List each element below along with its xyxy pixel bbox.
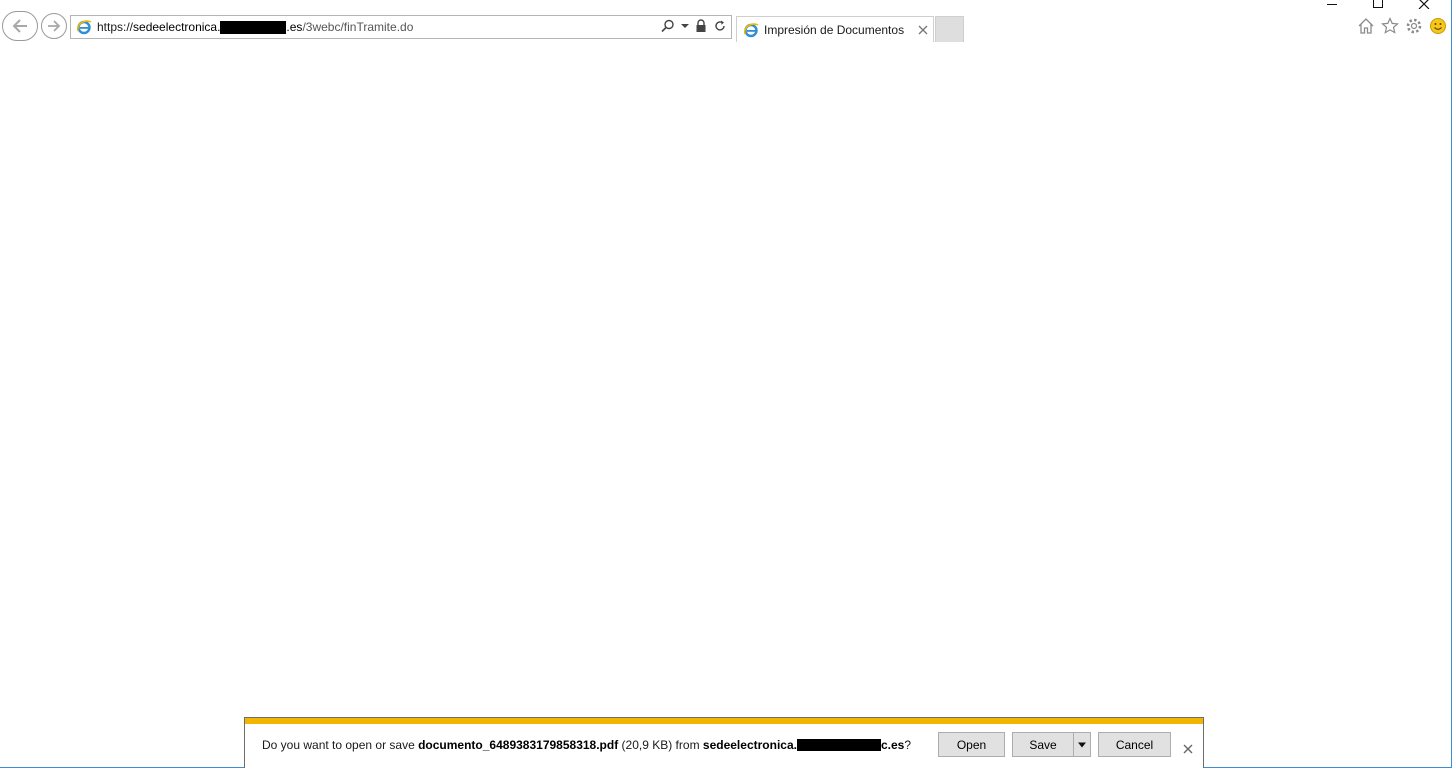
back-arrow-icon [12, 19, 27, 33]
tab-impresion-documentos[interactable]: Impresión de Documentos [736, 16, 934, 42]
redaction-bar [220, 20, 287, 34]
minimize-button[interactable] [1309, 0, 1355, 10]
url-text: https://sedeelectronica. .es/3webc/finTra… [97, 20, 413, 34]
prompt-suffix: ? [904, 738, 912, 752]
new-tab-button[interactable] [935, 16, 964, 42]
save-options-button[interactable] [1073, 732, 1091, 757]
search-icon[interactable] [661, 19, 675, 33]
back-button[interactable] [2, 11, 38, 41]
download-notification-bar: Do you want to open or save documento_64… [244, 717, 1204, 768]
search-dropdown-icon[interactable] [681, 19, 689, 33]
close-icon [1418, 0, 1430, 9]
url-path: /3webc/finTramite.do [302, 20, 414, 34]
download-file-name: documento_6489383179858318.pdf [418, 738, 619, 752]
url-scheme: https:// [97, 20, 134, 34]
star-icon[interactable] [1381, 17, 1399, 35]
lock-icon[interactable] [695, 19, 707, 33]
forward-arrow-icon [48, 20, 61, 32]
close-window-button[interactable] [1401, 0, 1447, 10]
open-button[interactable]: Open [938, 732, 1005, 757]
download-file-size: (20,9 KB) from [618, 738, 703, 752]
tab-title: Impresión de Documentos [764, 22, 905, 37]
save-button[interactable]: Save [1012, 732, 1074, 757]
notification-close-button[interactable] [1183, 741, 1193, 754]
close-icon [1183, 744, 1193, 754]
download-prompt-message: Do you want to open or save documento_64… [262, 738, 911, 752]
url-host-suffix: .es [286, 20, 303, 34]
url-host-prefix: sedeelectronica. [133, 20, 221, 34]
maximize-button[interactable] [1355, 0, 1401, 10]
chevron-down-icon [1078, 742, 1086, 747]
gear-icon[interactable] [1405, 17, 1423, 35]
page-content [0, 43, 1450, 717]
close-icon [918, 25, 928, 35]
tab-favicon-icon [743, 22, 759, 38]
browser-window: https://sedeelectronica. .es/3webc/finTra… [0, 0, 1452, 768]
cancel-button[interactable]: Cancel [1098, 732, 1171, 757]
ie-logo-icon [76, 19, 92, 35]
smiley-icon[interactable] [1429, 17, 1447, 35]
address-tools [661, 19, 727, 33]
prompt-prefix: Do you want to open or save [262, 738, 419, 752]
download-source-suffix: c.es [880, 738, 905, 752]
tab-close-button[interactable] [917, 23, 929, 35]
address-bar[interactable]: https://sedeelectronica. .es/3webc/finTra… [70, 15, 732, 39]
refresh-icon[interactable] [713, 19, 727, 33]
download-source-prefix: sedeelectronica. [702, 738, 797, 752]
redaction-bar [796, 739, 881, 751]
home-icon[interactable] [1357, 17, 1375, 35]
forward-button[interactable] [41, 13, 67, 39]
window-controls [1309, 0, 1447, 10]
notification-accent-stripe [245, 718, 1203, 724]
command-icons [1357, 17, 1447, 35]
